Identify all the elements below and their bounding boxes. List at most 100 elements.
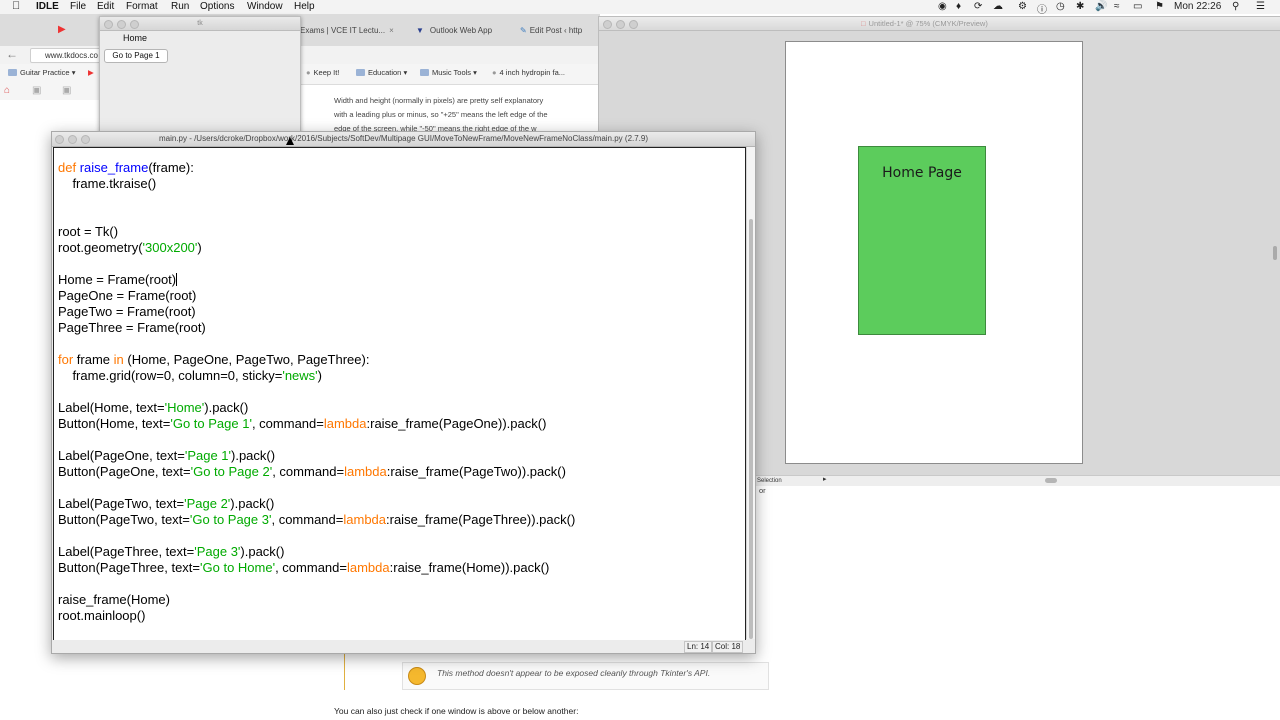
notification-center-icon[interactable]: ☰ xyxy=(1256,1,1265,12)
menu-options[interactable]: Options xyxy=(200,1,234,12)
scrollbar-thumb[interactable] xyxy=(749,219,753,639)
youtube-icon[interactable]: ▶ xyxy=(58,24,66,35)
tk-window-titlebar[interactable]: tk xyxy=(100,17,300,31)
bookmark-icon: ● xyxy=(306,68,311,77)
chevron-right-icon[interactable]: ▸ xyxy=(823,475,827,485)
tab-label: Exams | VCE IT Lectu... xyxy=(300,26,386,35)
editor-scrollbar[interactable] xyxy=(746,147,755,639)
zoom-icon[interactable] xyxy=(629,20,638,29)
code-line[interactable]: PageTwo = Frame(root) xyxy=(58,304,575,320)
code-token: frame.tkraise() xyxy=(58,176,157,191)
menu-run[interactable]: Run xyxy=(171,1,189,12)
menu-help[interactable]: Help xyxy=(294,1,315,12)
menu-app-name[interactable]: IDLE xyxy=(36,1,59,12)
code-line[interactable]: root = Tk() xyxy=(58,224,575,240)
close-icon[interactable] xyxy=(55,135,64,144)
close-icon[interactable]: × xyxy=(389,26,394,35)
bookmark-keep-it[interactable]: ● Keep It! xyxy=(306,68,339,77)
code-token: 'Home' xyxy=(164,400,205,415)
minimize-icon[interactable] xyxy=(616,20,625,29)
zoom-icon[interactable] xyxy=(81,135,90,144)
code-line[interactable]: raise_frame(Home) xyxy=(58,592,575,608)
menu-format[interactable]: Format xyxy=(126,1,158,12)
code-line[interactable] xyxy=(58,384,575,400)
bluetooth-icon[interactable]: ✱ xyxy=(1076,1,1084,12)
code-line[interactable]: root.mainloop() xyxy=(58,608,575,624)
extension-icon[interactable]: ▣ xyxy=(32,85,41,96)
menu-edit[interactable]: Edit xyxy=(97,1,114,12)
sync-icon[interactable]: ⟳ xyxy=(974,1,982,12)
document-canvas[interactable]: Home Page xyxy=(785,41,1083,464)
wifi-icon[interactable]: ≈ xyxy=(1114,1,1120,12)
code-line[interactable]: Button(PageThree, text='Go to Home', com… xyxy=(58,560,575,576)
spotlight-icon[interactable]: ⚲ xyxy=(1232,1,1239,12)
idle-titlebar[interactable]: main.py - /Users/dcroke/Dropbox/work/201… xyxy=(52,132,755,147)
code-line[interactable]: Label(Home, text='Home').pack() xyxy=(58,400,575,416)
preview-titlebar[interactable]: □ Untitled-1* @ 75% (CMYK/Preview) xyxy=(599,17,1280,31)
flag-icon[interactable]: ⚑ xyxy=(1155,1,1164,12)
selection-label[interactable]: Selection xyxy=(757,476,782,486)
go-to-page-1-button[interactable]: Go to Page 1 xyxy=(104,49,168,63)
bookmark-hydropin[interactable]: ● 4 inch hydropin fa... xyxy=(492,68,565,77)
code-line[interactable] xyxy=(58,208,575,224)
browser-tab-edit-post[interactable]: ✎ Edit Post ‹ http xyxy=(520,20,582,42)
code-token: , command= xyxy=(272,464,345,479)
code-token: frame.grid(row=0, column=0, sticky= xyxy=(58,368,283,383)
code-line[interactable]: PageThree = Frame(root) xyxy=(58,320,575,336)
code-line[interactable]: Label(PageTwo, text='Page 2').pack() xyxy=(58,496,575,512)
time-machine-icon[interactable]: ◷ xyxy=(1056,1,1065,12)
code-line[interactable]: Button(Home, text='Go to Page 1', comman… xyxy=(58,416,575,432)
bookmark-music-tools[interactable]: Music Tools ▾ xyxy=(420,68,477,77)
minimize-icon[interactable] xyxy=(117,20,126,29)
bookmark-guitar-practice[interactable]: Guitar Practice ▾ xyxy=(8,68,75,77)
home-page-shape[interactable]: Home Page xyxy=(858,146,986,335)
code-token: ) xyxy=(317,368,322,383)
close-icon[interactable] xyxy=(104,20,113,29)
code-line[interactable]: Home = Frame(root) xyxy=(58,272,575,288)
menu-window[interactable]: Window xyxy=(247,1,283,12)
vertical-scrollbar[interactable] xyxy=(1273,246,1277,260)
cloud-icon[interactable]: ☁ xyxy=(993,1,1003,12)
tray-icon[interactable]: ♦ xyxy=(956,1,961,12)
code-line[interactable]: Label(PageThree, text='Page 3').pack() xyxy=(58,544,575,560)
bookmark-education[interactable]: Education ▾ xyxy=(356,68,407,77)
code-line[interactable] xyxy=(58,528,575,544)
settings-icon[interactable]: ⚙ xyxy=(1018,1,1027,12)
code-line[interactable]: frame.grid(row=0, column=0, sticky='news… xyxy=(58,368,575,384)
browser-tab-exams[interactable]: Exams | VCE IT Lectu... × xyxy=(300,20,394,42)
zoom-icon[interactable] xyxy=(130,20,139,29)
code-line[interactable] xyxy=(58,256,575,272)
browser-tab-outlook[interactable]: ▼ Outlook Web App xyxy=(416,20,492,42)
code-token: ).pack() xyxy=(231,448,276,463)
horizontal-scrollbar[interactable] xyxy=(1045,478,1057,483)
battery-icon[interactable]: ▭ xyxy=(1133,1,1142,12)
apple-icon[interactable]:  xyxy=(12,0,20,12)
code-line[interactable]: Label(PageOne, text='Page 1').pack() xyxy=(58,448,575,464)
code-line[interactable] xyxy=(58,336,575,352)
code-line[interactable] xyxy=(58,432,575,448)
code-token: 'Go to Home' xyxy=(200,560,276,575)
code-token: , command= xyxy=(271,512,344,527)
home-icon[interactable]: ⌂ xyxy=(4,85,10,96)
code-line[interactable]: def raise_frame(frame): xyxy=(58,160,575,176)
code-line[interactable]: Button(PageOne, text='Go to Page 2', com… xyxy=(58,464,575,480)
code-line[interactable]: PageOne = Frame(root) xyxy=(58,288,575,304)
close-icon[interactable] xyxy=(603,20,612,29)
code-line[interactable] xyxy=(58,480,575,496)
code-token: Button(PageThree, text= xyxy=(58,560,201,575)
code-line[interactable]: root.geometry('300x200') xyxy=(58,240,575,256)
minimize-icon[interactable] xyxy=(68,135,77,144)
code-line[interactable] xyxy=(58,576,575,592)
youtube-icon[interactable]: ▶ xyxy=(88,68,94,77)
volume-icon[interactable]: 🔊 xyxy=(1095,1,1107,12)
extension-icon[interactable]: ▣ xyxy=(62,85,71,96)
code-line[interactable]: Button(PageTwo, text='Go to Page 3', com… xyxy=(58,512,575,528)
clock[interactable]: Mon 22:26 xyxy=(1174,1,1221,12)
code-line[interactable] xyxy=(58,192,575,208)
code-editor[interactable]: def raise_frame(frame): frame.tkraise() r… xyxy=(53,147,746,641)
code-line[interactable]: for frame in (Home, PageOne, PageTwo, Pa… xyxy=(58,352,575,368)
code-line[interactable]: frame.tkraise() xyxy=(58,176,575,192)
back-icon[interactable]: ← xyxy=(6,47,18,61)
record-icon[interactable]: ◉ xyxy=(938,1,947,12)
menu-file[interactable]: File xyxy=(70,1,86,12)
